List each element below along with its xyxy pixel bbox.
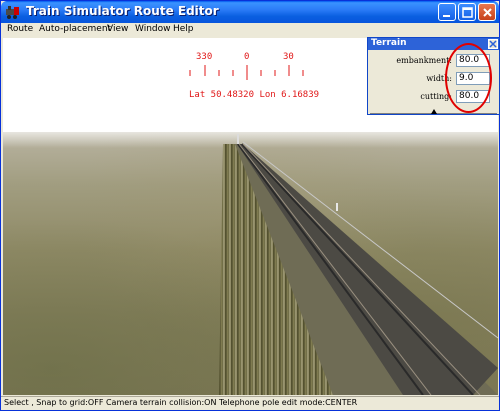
compass-label-330: 330 (196, 52, 213, 62)
telephone-pole (237, 134, 239, 144)
window-title: Train Simulator Route Editor (26, 4, 219, 18)
annotation-circle (445, 43, 492, 113)
embankment-label: embankment: (396, 56, 452, 65)
menu-view[interactable]: View (107, 24, 128, 34)
title-bar[interactable]: Train Simulator Route Editor (1, 1, 499, 23)
menu-route[interactable]: Route (7, 24, 33, 34)
menu-window[interactable]: Window (135, 24, 171, 34)
maximize-button[interactable] (458, 3, 476, 21)
status-bar: Select , Snap to grid:OFF Camera terrain… (1, 396, 499, 410)
compass-label-30: 30 (283, 52, 294, 62)
menu-auto-placement[interactable]: Auto-placement (39, 24, 111, 34)
terrain-slider-thumb[interactable] (431, 109, 437, 114)
close-icon (489, 40, 497, 48)
minimize-button[interactable] (438, 3, 456, 21)
terrain-panel-title: Terrain (371, 38, 407, 48)
compass-label-0: 0 (244, 52, 250, 62)
menu-bar: Route Auto-placement View Window Help (1, 23, 499, 38)
close-button[interactable] (478, 3, 496, 21)
terrain-close-button[interactable] (488, 39, 498, 49)
train-icon (5, 4, 21, 20)
close-icon (483, 8, 492, 17)
route-editor-window: Train Simulator Route Editor Route Auto-… (0, 0, 500, 411)
cutting-label: cutting: (420, 92, 452, 101)
width-label: width: (426, 74, 452, 83)
lat-lon-readout: Lat 50.48320 Lon 6.16839 (189, 90, 320, 100)
menu-help[interactable]: Help (173, 24, 194, 34)
status-text: Select , Snap to grid:OFF Camera terrain… (4, 398, 358, 407)
maximize-icon (462, 7, 473, 18)
telephone-pole (336, 203, 338, 211)
minimize-icon (443, 15, 450, 17)
